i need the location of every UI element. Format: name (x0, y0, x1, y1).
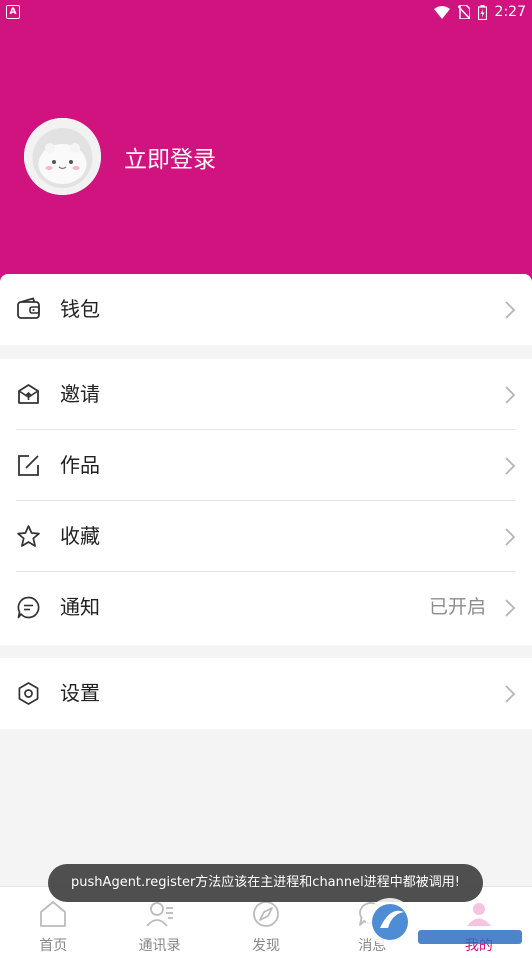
menu-item-works-label: 作品 (60, 453, 100, 477)
chevron-right-icon (505, 457, 516, 475)
chat-icon (17, 596, 40, 619)
login-link[interactable]: 立即登录 (124, 140, 216, 174)
menu-item-settings[interactable]: 设置 (0, 658, 532, 729)
gear-icon (18, 682, 39, 705)
notification-icon: A (6, 5, 20, 19)
wifi-icon (433, 5, 450, 19)
tab-contacts-label: 通讯录 (138, 938, 181, 954)
watermark-logo (362, 892, 528, 952)
star-icon (17, 525, 40, 547)
menu-item-invite[interactable]: 邀请 (0, 359, 532, 430)
avatar-mascot-icon (24, 118, 101, 195)
notifications-status: 已开启 (428, 596, 486, 618)
menu-item-settings-label: 设置 (60, 681, 100, 705)
chevron-right-icon (505, 528, 516, 546)
avatar[interactable] (24, 118, 101, 195)
chevron-right-icon (505, 386, 516, 404)
watermark-logo-icon (366, 898, 522, 946)
tab-discover-label: 发现 (252, 938, 281, 954)
menu-item-works[interactable]: 作品 (0, 430, 532, 501)
contacts-icon (145, 902, 173, 927)
compass-icon (253, 901, 279, 927)
menu-item-notifications-label: 通知 (60, 595, 100, 619)
menu-item-invite-label: 邀请 (60, 382, 100, 406)
status-time: 2:27 (494, 4, 526, 20)
chevron-right-icon (505, 685, 516, 703)
chevron-right-icon (505, 301, 516, 319)
wallet-icon (17, 297, 40, 319)
menu-item-wallet[interactable]: 钱包 (0, 274, 532, 345)
status-bar: A 2:27 (0, 0, 532, 24)
edit-icon (18, 455, 39, 476)
home-icon (40, 901, 67, 927)
menu-item-wallet-label: 钱包 (60, 297, 100, 321)
main-menu-card: 邀请 作品 收藏 通知 已开启 (0, 359, 532, 645)
wallet-card: 钱包 (0, 274, 532, 345)
menu-item-favorites-label: 收藏 (60, 524, 100, 548)
settings-card: 设置 (0, 658, 532, 729)
no-sim-icon (457, 5, 470, 19)
menu-item-notifications[interactable]: 通知 已开启 (0, 572, 532, 643)
battery-icon (477, 4, 487, 20)
tab-home-label: 首页 (39, 938, 68, 954)
chevron-right-icon (505, 599, 516, 617)
invite-icon (18, 384, 39, 404)
menu-item-favorites[interactable]: 收藏 (0, 501, 532, 572)
